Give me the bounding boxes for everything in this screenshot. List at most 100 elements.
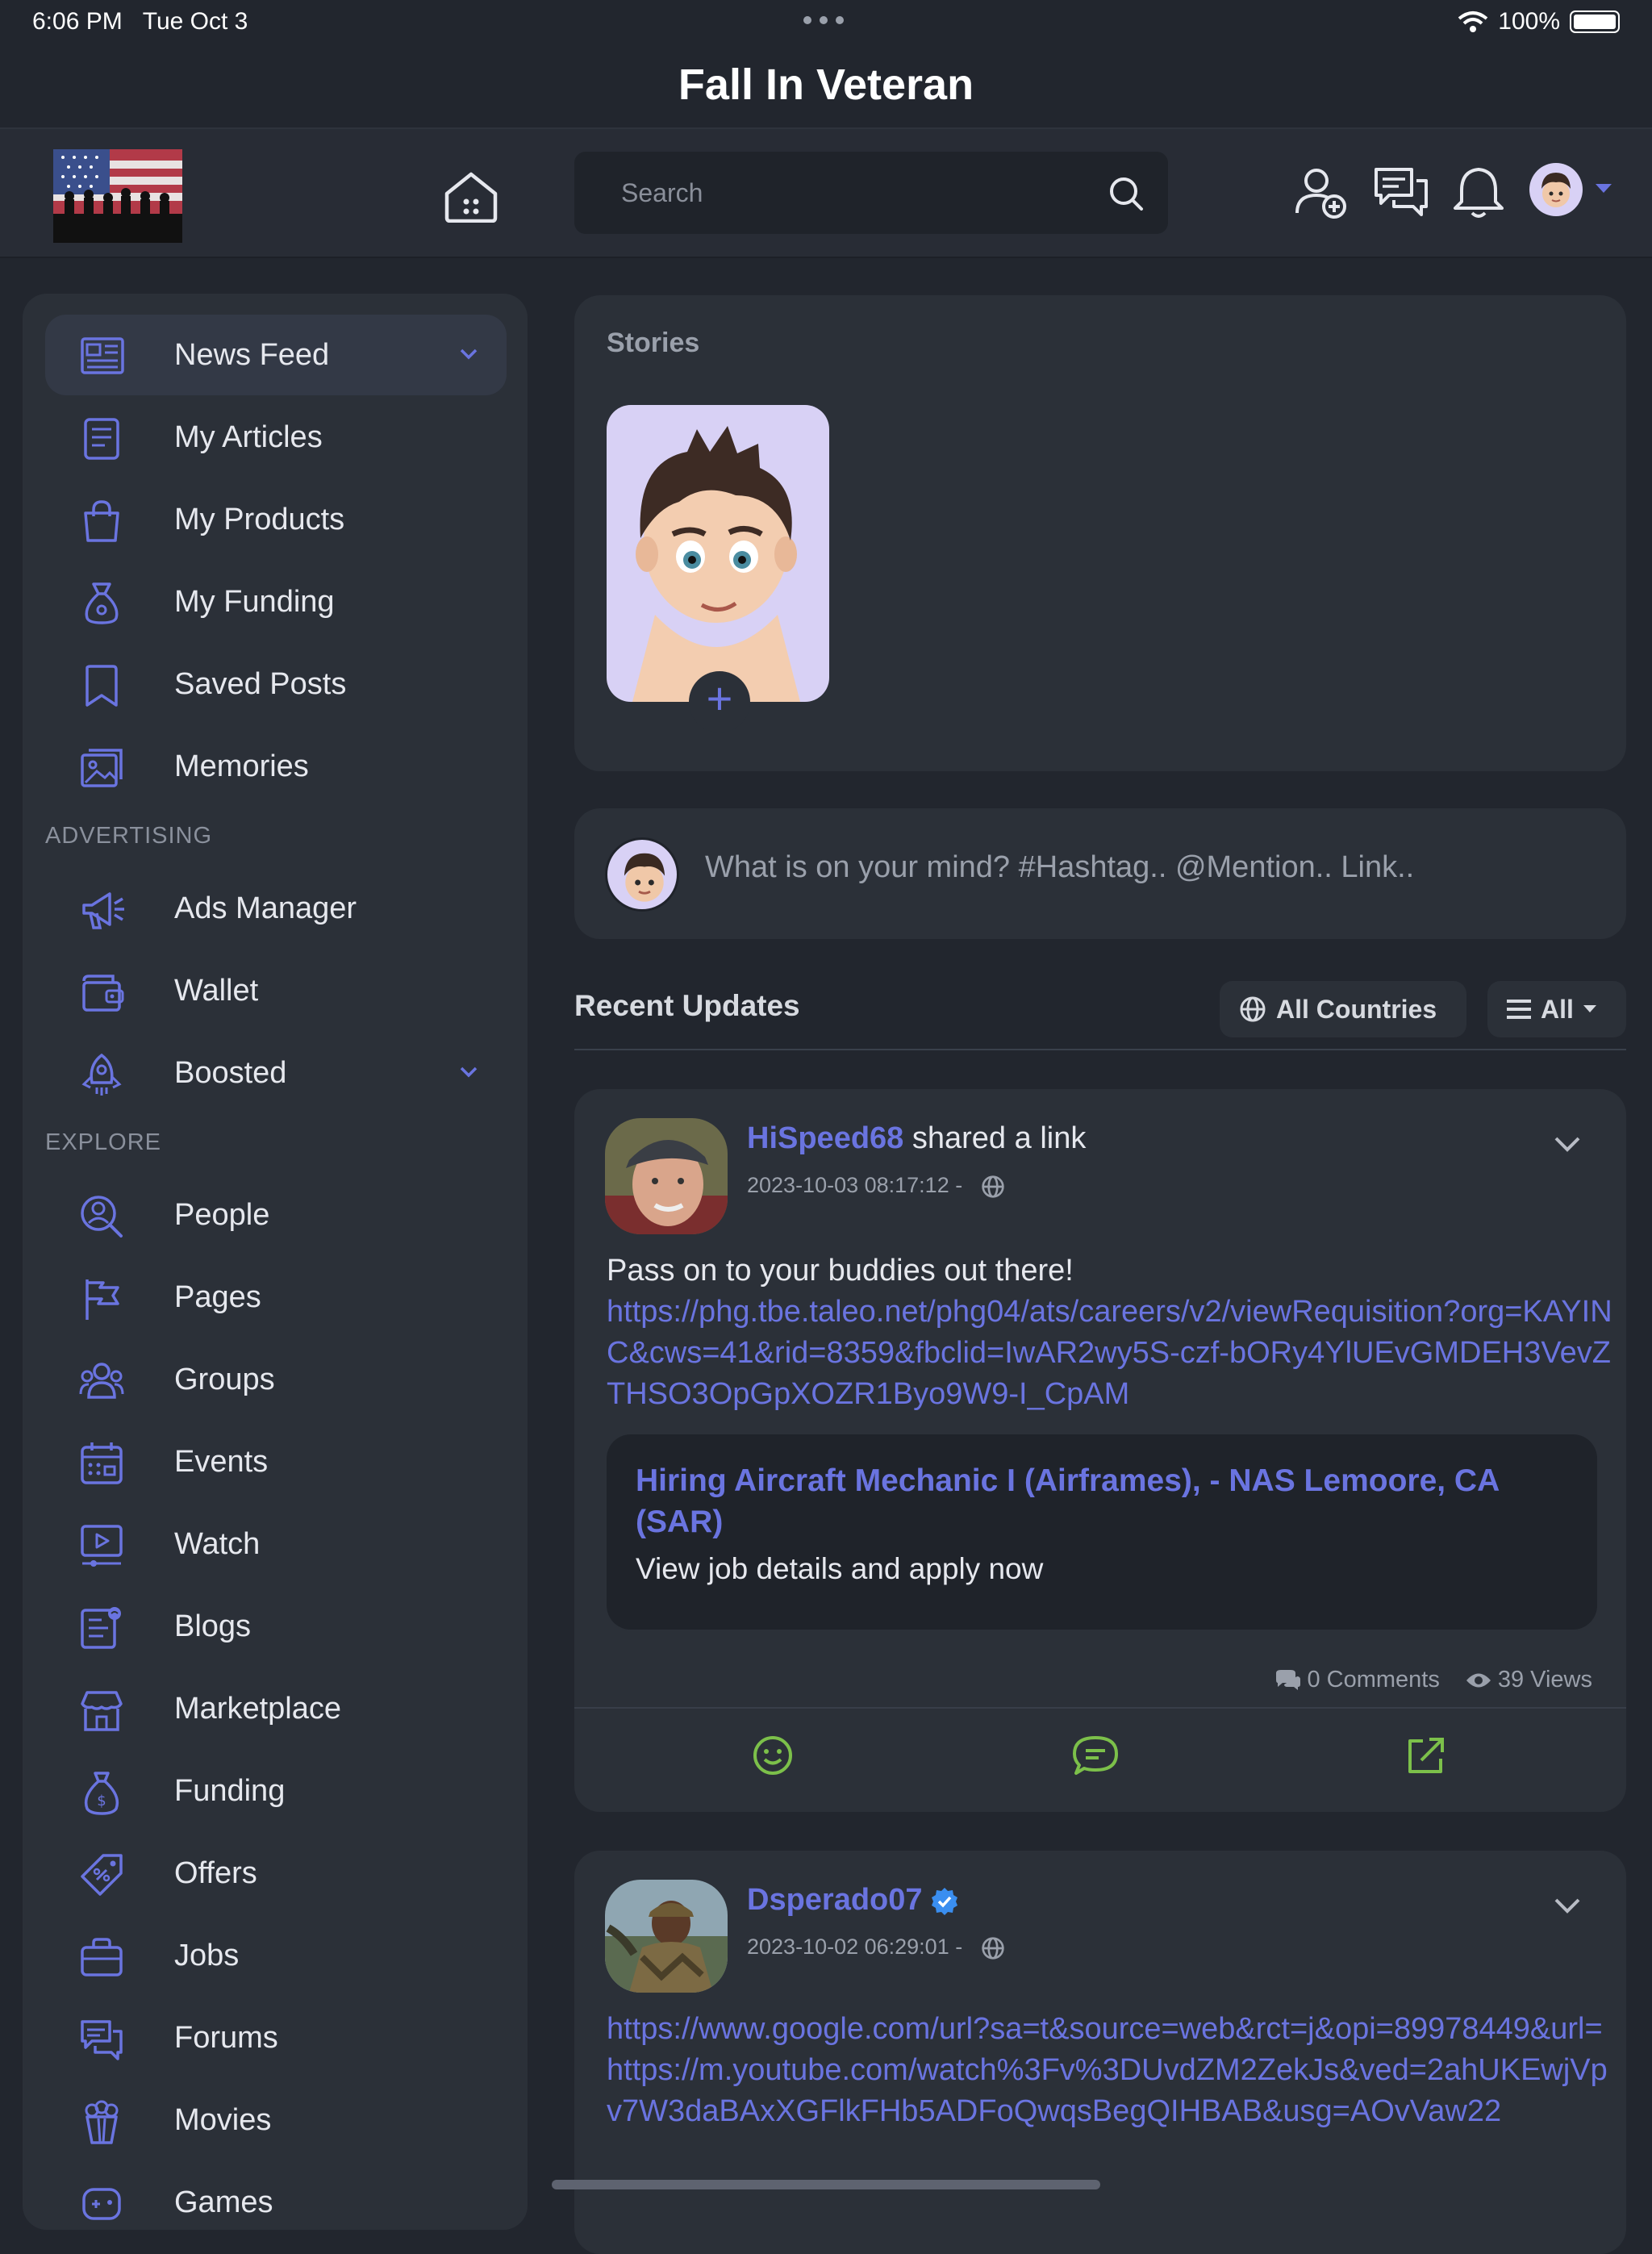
sidebar-item-label: Saved Posts	[174, 666, 347, 701]
post-author-avatar[interactable]	[605, 1118, 728, 1234]
post-action-text: shared a link	[912, 1121, 1087, 1155]
blog-icon	[81, 1607, 121, 1649]
country-filter-label: All Countries	[1276, 994, 1437, 1024]
search-icon[interactable]	[1107, 174, 1145, 213]
share-icon[interactable]	[1405, 1734, 1447, 1776]
sidebar-item-movies[interactable]: Movies	[45, 2080, 507, 2160]
bookmark-icon	[86, 665, 118, 707]
chevron-down-icon[interactable]	[460, 1066, 478, 1078]
battery-percent: 100%	[1498, 8, 1560, 35]
sidebar-item-label: Games	[174, 2185, 273, 2219]
chevron-down-icon[interactable]	[460, 349, 478, 360]
notifications-bell-icon[interactable]	[1450, 165, 1507, 221]
sidebar-item-label: Events	[174, 1444, 269, 1479]
sidebar-item-my-funding[interactable]: My Funding	[45, 561, 507, 642]
comments-count[interactable]: 0 Comments	[1274, 1667, 1440, 1693]
photos-icon	[81, 749, 123, 787]
sidebar-item-my-articles[interactable]: My Articles	[45, 397, 507, 478]
globe-icon	[982, 1175, 1004, 1198]
status-right: 100%	[1458, 8, 1620, 35]
sidebar-item-blogs[interactable]: Blogs	[45, 1586, 507, 1667]
wifi-icon	[1458, 11, 1488, 32]
rocket-icon	[81, 1053, 122, 1096]
post-text: Pass on to your buddies out there!	[607, 1254, 1074, 1288]
messages-icon[interactable]	[1373, 165, 1429, 221]
link-preview-card[interactable]: Hiring Aircraft Mechanic I (Airframes), …	[607, 1434, 1597, 1630]
sidebar-item-news-feed[interactable]: News Feed	[45, 315, 507, 395]
post-date: 2023-10-03 08:17:12 -	[747, 1173, 1005, 1199]
sidebar-item-my-products[interactable]: My Products	[45, 479, 507, 560]
post-menu-chevron-icon[interactable]	[1554, 1136, 1581, 1152]
sidebar-item-label: People	[174, 1197, 270, 1232]
sidebar-item-label: Wallet	[174, 973, 259, 1008]
funding-icon: $	[84, 1772, 119, 1815]
sidebar-item-saved-posts[interactable]: Saved Posts	[45, 644, 507, 724]
globe-icon	[982, 1937, 1004, 1960]
sidebar-item-games[interactable]: Games	[45, 2162, 507, 2243]
offer-tag-icon	[81, 1854, 123, 1896]
sidebar-item-label: Boosted	[174, 1055, 287, 1090]
store-icon	[81, 1691, 123, 1731]
site-logo[interactable]	[53, 149, 182, 243]
groups-icon	[79, 1363, 124, 1399]
home-icon[interactable]	[442, 169, 500, 223]
status-time: 6:06 PM Tue Oct 3	[32, 8, 248, 35]
svg-text:$: $	[97, 1793, 106, 1809]
post-author-avatar[interactable]	[605, 1880, 728, 1993]
views-count: 39 Views	[1466, 1667, 1592, 1693]
profile-dropdown-chevron-icon[interactable]	[1596, 184, 1612, 193]
sidebar-item-memories[interactable]: Memories	[45, 726, 507, 807]
sidebar-item-people[interactable]: People	[45, 1175, 507, 1255]
article-icon	[84, 418, 119, 460]
sidebar-item-funding[interactable]: $ Funding	[45, 1751, 507, 1831]
country-filter-button[interactable]: All Countries	[1220, 981, 1466, 1037]
sidebar-item-ads-manager[interactable]: Ads Manager	[45, 868, 507, 949]
sidebar-item-label: Ads Manager	[174, 891, 357, 925]
post-author-name[interactable]: HiSpeed68 shared a link	[747, 1121, 1086, 1156]
sidebar-item-groups[interactable]: Groups	[45, 1339, 507, 1420]
sidebar-item-label: Offers	[174, 1855, 257, 1890]
sidebar-item-watch[interactable]: Watch	[45, 1504, 507, 1584]
comments-icon	[1276, 1669, 1301, 1690]
react-smiley-icon[interactable]	[752, 1734, 794, 1776]
scroll-indicator[interactable]	[552, 2180, 1100, 2189]
megaphone-icon	[82, 892, 124, 929]
section-title-explore: EXPLORE	[45, 1129, 161, 1155]
search-input[interactable]	[621, 152, 1089, 234]
profile-avatar[interactable]	[1529, 163, 1583, 216]
chevron-down-icon	[1583, 1005, 1596, 1012]
comment-bubble-icon[interactable]	[1071, 1734, 1120, 1776]
post-link[interactable]: https://phg.tbe.taleo.net/phg04/ats/care…	[607, 1292, 1617, 1415]
add-story-button[interactable]: +	[689, 671, 750, 733]
sidebar-item-events[interactable]: Events	[45, 1421, 507, 1502]
add-friend-icon[interactable]	[1294, 165, 1350, 221]
sidebar-item-forums[interactable]: Forums	[45, 1997, 507, 2078]
multitask-dots-icon[interactable]	[803, 16, 844, 24]
sidebar-item-boosted[interactable]: Boosted	[45, 1033, 507, 1113]
post-menu-chevron-icon[interactable]	[1554, 1897, 1581, 1914]
post-link[interactable]: https://www.google.com/url?sa=t&source=w…	[607, 2009, 1617, 2132]
app-title: Fall In Veteran	[678, 61, 974, 109]
composer-avatar	[605, 837, 679, 912]
stories-title: Stories	[607, 328, 700, 358]
post-date: 2023-10-02 06:29:01 -	[747, 1935, 1005, 1960]
my-story-thumbnail[interactable]	[607, 405, 829, 702]
sidebar-item-marketplace[interactable]: Marketplace	[45, 1668, 507, 1749]
sidebar-item-label: Watch	[174, 1526, 261, 1561]
battery-icon	[1570, 10, 1620, 33]
search-bar[interactable]	[574, 152, 1168, 234]
sidebar-item-pages[interactable]: Pages	[45, 1257, 507, 1338]
sidebar-item-jobs[interactable]: Jobs	[45, 1915, 507, 1996]
sidebar-item-offers[interactable]: Offers	[45, 1833, 507, 1914]
sidebar-item-label: Jobs	[174, 1938, 240, 1972]
type-filter-button[interactable]: All	[1487, 981, 1626, 1037]
post-author-name[interactable]: Dsperado07	[747, 1883, 960, 1918]
post-composer[interactable]: What is on your mind? #Hashtag.. @Mentio…	[574, 808, 1626, 939]
globe-icon	[1240, 996, 1266, 1022]
composer-placeholder[interactable]: What is on your mind? #Hashtag.. @Mentio…	[705, 850, 1414, 885]
link-preview-title[interactable]: Hiring Aircraft Mechanic I (Airframes), …	[636, 1460, 1563, 1542]
post-card: HiSpeed68 shared a link 2023-10-03 08:17…	[574, 1089, 1626, 1812]
sidebar-item-wallet[interactable]: Wallet	[45, 950, 507, 1031]
status-bar: 6:06 PM Tue Oct 3 100%	[0, 0, 1652, 48]
gamepad-icon	[82, 2188, 121, 2220]
